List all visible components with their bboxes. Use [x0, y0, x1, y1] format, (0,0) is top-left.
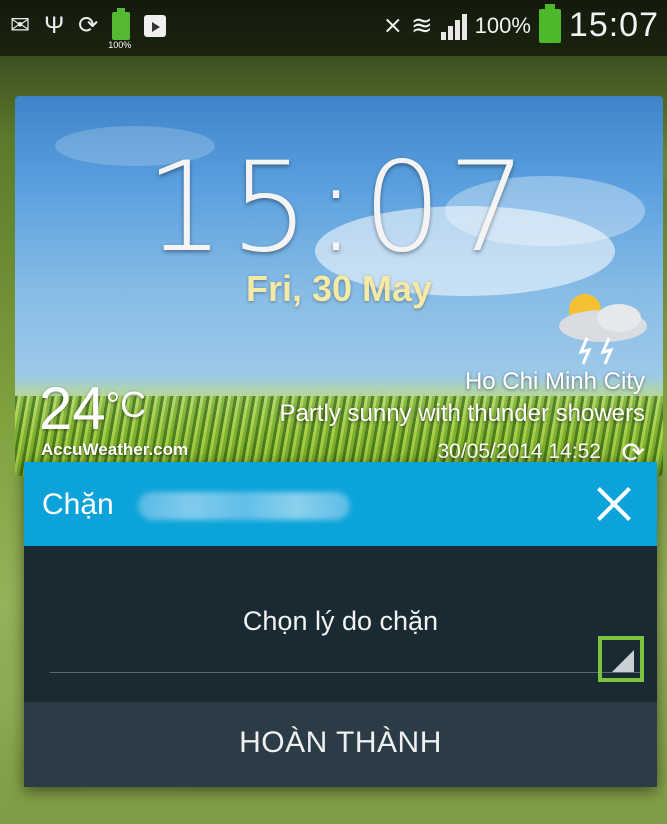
close-icon[interactable]: [591, 480, 637, 526]
status-bar: ✉ Ψ ⟳ 100% ⨯ ≋ 100% 15:07: [0, 0, 667, 56]
partly-sunny-thunder-icon: [559, 294, 647, 365]
battery-icon: [538, 3, 561, 43]
spinner-underline: [50, 672, 642, 673]
weather-condition: Partly sunny with thunder showers: [279, 400, 645, 427]
sync-icon: ⟳: [78, 12, 99, 39]
weather-provider: AccuWeather.com: [41, 440, 189, 459]
weather-city: Ho Chi Minh City: [464, 368, 645, 395]
block-reason-prompt: Chọn lý do chặn: [242, 606, 439, 636]
done-button[interactable]: HOÀN THÀNH: [24, 702, 657, 787]
done-button-label: HOÀN THÀNH: [239, 726, 442, 759]
play-store-icon: [144, 15, 167, 37]
dialog-header: Chặn: [24, 462, 657, 546]
usb-icon: Ψ: [44, 12, 65, 39]
status-clock: 15:07: [568, 6, 659, 44]
dialog-body: Chọn lý do chặn: [24, 546, 657, 702]
temperature-unit: °C: [105, 384, 147, 425]
wifi-icon: ≋: [410, 10, 433, 40]
signal-strength-icon: [440, 12, 467, 40]
battery-100-icon: 100%: [108, 8, 131, 50]
weather-updated-time: 30/05/2014 14:52: [437, 440, 602, 463]
reason-dropdown-toggle[interactable]: [598, 636, 644, 682]
battery-percent: 100%: [474, 12, 531, 38]
blurred-phone-number: [138, 492, 350, 520]
temperature: 24°C: [39, 375, 147, 442]
widget-clock: 15:07: [145, 136, 533, 280]
no-nfc-icon: ⨯: [382, 11, 403, 39]
weather-clock-widget[interactable]: 15:07 Fri, 30 May 24°C AccuWeather.com H…: [15, 96, 663, 476]
mail-icon: ✉: [10, 12, 31, 39]
dialog-title: Chặn: [42, 488, 114, 521]
block-dialog: Chặn Chọn lý do chặn HOÀN THÀNH: [24, 462, 657, 787]
